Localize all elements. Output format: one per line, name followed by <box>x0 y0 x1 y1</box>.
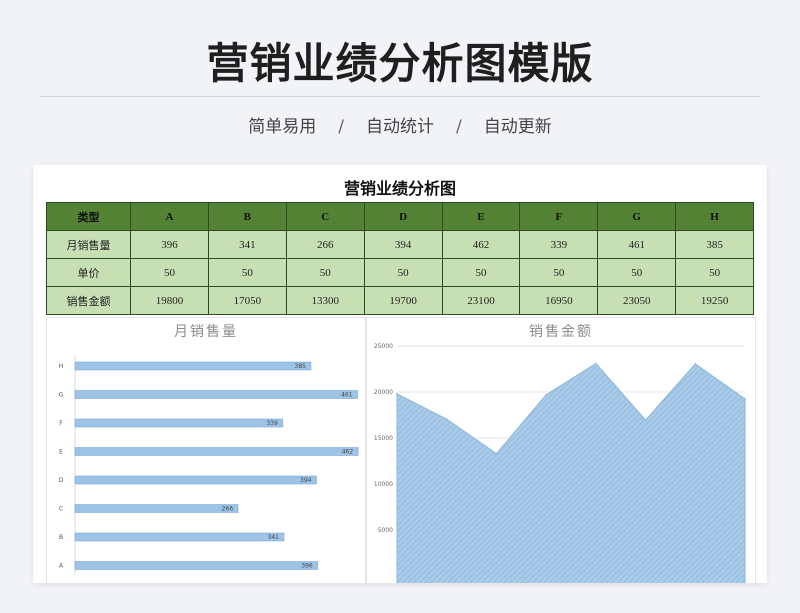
area-point <box>495 452 498 455</box>
table-cell: 50 <box>597 258 677 287</box>
bar-category-label: C <box>59 506 63 513</box>
table-cell: 339 <box>519 230 599 259</box>
area-point <box>644 419 647 421</box>
y-tick-label: 5000 <box>378 527 393 534</box>
bar <box>74 447 359 456</box>
table-cell: 50 <box>441 258 521 287</box>
y-tick-label: 20000 <box>374 389 393 396</box>
header-cell: C <box>285 202 365 231</box>
bar-chart: H 385 G 461 F 339 E 462 D 394 C 266 B 341 A 396 <box>59 356 359 574</box>
bar-data-label: 462 <box>342 449 354 456</box>
table-row: 单价 50 50 50 50 50 50 50 50 <box>46 258 754 287</box>
table-cell: 销售金额 <box>46 286 131 315</box>
table-cell: 17050 <box>207 286 287 315</box>
header-cell: E <box>441 202 521 231</box>
title-divider <box>40 96 760 97</box>
table-cell: 19800 <box>130 286 209 315</box>
bar <box>74 418 284 428</box>
table-cell: 16950 <box>519 286 599 315</box>
table-row: 销售金额 19800 17050 13300 19700 23100 16950… <box>46 286 754 315</box>
bar-data-label: 266 <box>222 506 234 513</box>
subtitle-separator: / <box>338 117 344 137</box>
area-point <box>595 362 597 365</box>
bar-data-label: 394 <box>300 477 312 484</box>
page-title: 营销业绩分析图模版 <box>206 39 594 88</box>
table-cell: 19250 <box>675 286 754 315</box>
table-cell: 13300 <box>285 286 365 315</box>
subtitle-item-autoupdate: 自动更新 <box>483 117 552 137</box>
table-cell: 396 <box>130 230 209 259</box>
table-cell: 394 <box>363 230 443 259</box>
table-cell: 50 <box>285 258 365 287</box>
table-cell: 月销售量 <box>46 230 131 259</box>
subtitle-item-autostats: 自动统计 <box>366 117 434 137</box>
bar-category-label: F <box>59 420 63 427</box>
table-cell: 23100 <box>441 286 521 315</box>
table-cell: 461 <box>597 230 677 259</box>
y-tick-label: 15000 <box>374 435 393 442</box>
bar-category-label: D <box>59 477 64 484</box>
bar-category-label: A <box>59 563 64 570</box>
table-cell: 23050 <box>597 286 677 315</box>
table-row: 月销售量 396 341 266 394 462 339 461 385 <box>46 230 754 259</box>
bar-category-label: G <box>59 392 64 399</box>
area-point <box>545 393 547 396</box>
bar-category-label: E <box>59 449 63 456</box>
table-cell: 单价 <box>46 258 131 287</box>
table-cell: 462 <box>441 230 521 259</box>
bar-chart-panel: 月销售量 H 385 G 461 F 339 E 462 D 394 C 266 B 341 A 396 <box>46 317 366 583</box>
header-cell: G <box>597 202 677 231</box>
header-cell: 类型 <box>46 202 131 231</box>
subtitle: 简单易用 / 自动统计 / 自动更新 <box>0 112 800 137</box>
table-cell: 385 <box>675 230 754 259</box>
sheet-title: 营销业绩分析图 <box>343 179 456 198</box>
area-chart: 5000 10000 15000 20000 25000 <box>374 343 746 583</box>
header-cell: F <box>519 202 599 231</box>
area-point <box>694 363 697 365</box>
bar-category-label: H <box>59 363 64 370</box>
bar <box>74 561 319 570</box>
area-series <box>396 362 746 583</box>
bar-data-label: 341 <box>268 534 280 541</box>
header-cell: A <box>130 202 209 231</box>
area-point <box>396 393 398 395</box>
table-cell: 50 <box>675 258 754 287</box>
y-tick-label: 10000 <box>374 481 393 488</box>
bar <box>74 475 317 485</box>
bar-data-label: 339 <box>266 420 278 427</box>
area-point <box>744 398 746 400</box>
table-cell: 50 <box>363 258 443 287</box>
bar-data-label: 385 <box>295 363 307 370</box>
table-cell: 50 <box>130 258 209 287</box>
bar-data-label: 396 <box>301 563 313 570</box>
table-cell: 19700 <box>363 286 443 315</box>
bar <box>74 504 239 513</box>
table-header-row: 类型 A B C D E F G H <box>46 202 754 231</box>
subtitle-separator: / <box>456 117 462 137</box>
table-cell: 341 <box>207 230 287 259</box>
area-point <box>445 418 448 420</box>
header-cell: H <box>675 202 754 231</box>
y-tick-label: 25000 <box>374 343 393 350</box>
spreadsheet-preview: 营销业绩分析图 类型 A B C D E F G H 月销售量 396 341 … <box>33 165 767 583</box>
header-cell: B <box>207 202 287 231</box>
table-cell: 50 <box>519 258 599 287</box>
bar <box>74 390 358 399</box>
header-cell: D <box>363 202 443 231</box>
area-chart-panel: 销售金额 5000 10000 15000 20000 25000 <box>366 317 756 583</box>
subtitle-item-easy: 简单易用 <box>248 117 317 137</box>
data-table: 类型 A B C D E F G H 月销售量 396 341 266 394 … <box>46 202 754 315</box>
bar <box>74 532 285 542</box>
table-cell: 50 <box>207 258 287 287</box>
bar <box>74 361 312 371</box>
bar-category-label: B <box>59 534 63 541</box>
table-cell: 266 <box>285 230 365 259</box>
bar-data-label: 461 <box>341 392 353 399</box>
